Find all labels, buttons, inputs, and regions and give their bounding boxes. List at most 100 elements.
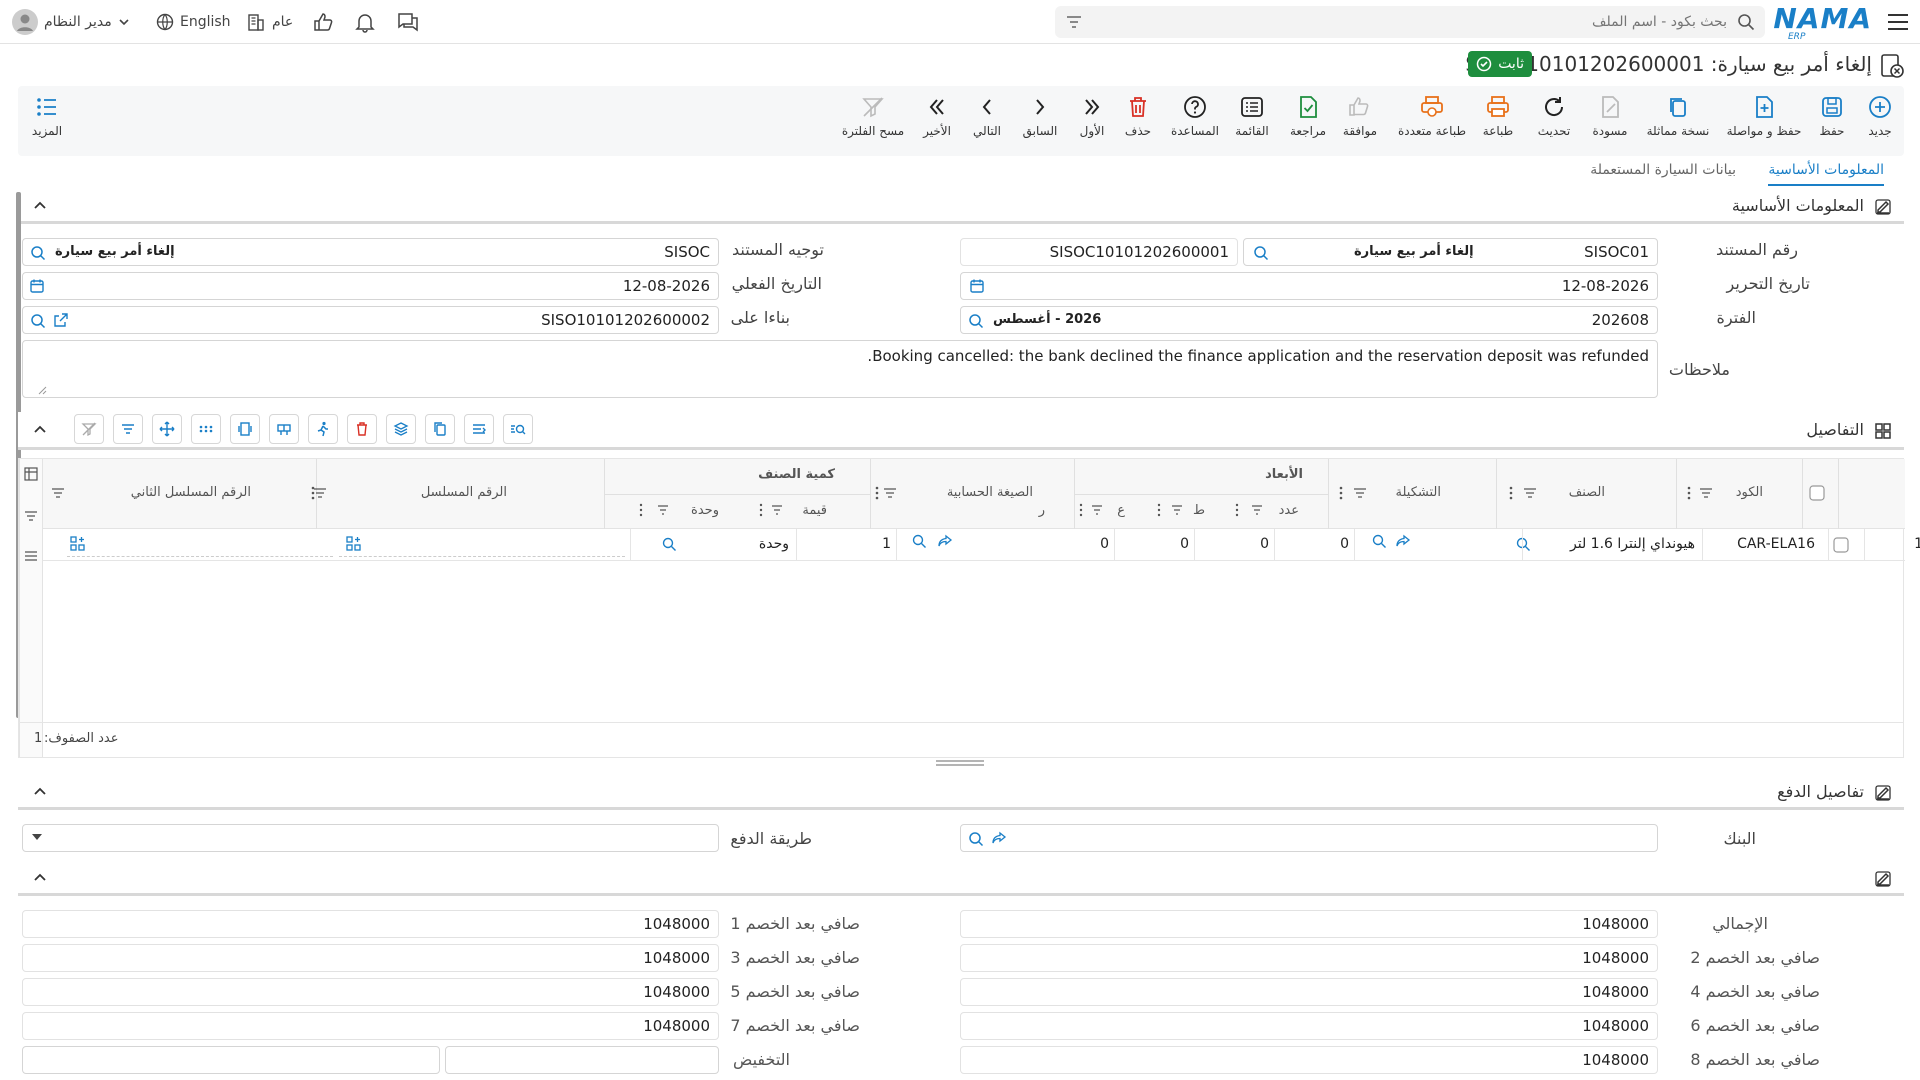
search-input[interactable] — [1107, 6, 1727, 38]
col-formula-header[interactable]: الصيغة الحسابية — [947, 485, 1033, 500]
grid-run-button[interactable] — [308, 414, 338, 444]
chevron-up-icon[interactable] — [32, 870, 48, 886]
like-button[interactable] — [312, 0, 334, 44]
draft-button[interactable]: مسودة — [1580, 94, 1640, 138]
user-menu[interactable]: مدير النظام — [12, 0, 130, 44]
language-switch[interactable]: English — [156, 0, 231, 44]
last-button[interactable]: الأخير — [912, 94, 962, 138]
next-button[interactable]: التالي — [962, 94, 1012, 138]
notes-textarea[interactable]: Booking cancelled: the bank declined the… — [22, 340, 1658, 398]
hamburger-menu-icon[interactable] — [1884, 8, 1912, 36]
row-code[interactable]: CAR-ELA16 — [1737, 536, 1815, 552]
table-row[interactable]: 1 CAR-ELA16 هيونداي إلنترا 1.6 لتر 0 0 0… — [43, 529, 1920, 561]
filter-lines-icon[interactable] — [313, 487, 327, 499]
kebab-menu-icon[interactable] — [1339, 485, 1343, 501]
row-count[interactable]: 0 — [1340, 536, 1349, 552]
kebab-menu-icon[interactable] — [1687, 485, 1691, 501]
search-refresh-icon[interactable] — [661, 536, 677, 552]
serial-cell[interactable] — [339, 529, 625, 557]
search-refresh-icon[interactable] — [29, 312, 47, 330]
approve-button[interactable]: موافقة — [1330, 94, 1390, 138]
filter-lines-icon[interactable] — [1523, 487, 1537, 499]
kebab-menu-icon[interactable] — [1157, 503, 1161, 517]
menu-lines-icon[interactable] — [24, 549, 38, 563]
nama-logo[interactable]: NAMA ERP — [1773, 4, 1872, 43]
chevron-up-icon[interactable] — [32, 784, 48, 800]
grid-delete-button[interactable] — [347, 414, 377, 444]
filter-lines-icon[interactable] — [883, 487, 897, 499]
actual-date-field[interactable]: 12-08-2026 — [22, 272, 719, 300]
save-continue-button[interactable]: حفظ و مواصلة — [1722, 94, 1806, 138]
search-refresh-icon[interactable] — [911, 533, 927, 549]
row-checkbox[interactable] — [1833, 537, 1849, 553]
row-r[interactable]: 0 — [1100, 536, 1109, 552]
review-button[interactable]: مراجعة — [1278, 94, 1338, 138]
external-link-icon[interactable] — [53, 312, 69, 328]
grid-clear-filter-button[interactable] — [74, 414, 104, 444]
delete-button[interactable]: حذف — [1114, 94, 1162, 138]
multi-print-button[interactable]: طباعة متعددة — [1392, 94, 1472, 138]
row-value[interactable]: 1 — [882, 536, 891, 552]
col-t-header[interactable]: ط — [1193, 503, 1205, 518]
splitter-handle[interactable] — [935, 760, 985, 766]
doc-no-prefix-field[interactable]: SISOC01 إلغاء أمر بيع سيارة — [1243, 238, 1658, 266]
filter-lines-icon[interactable] — [1091, 505, 1103, 515]
filter-lines-icon[interactable] — [1251, 505, 1263, 515]
filter-lines-icon[interactable] — [51, 487, 65, 499]
kebab-menu-icon[interactable] — [1079, 503, 1083, 517]
calendar-icon[interactable] — [969, 278, 985, 294]
notifications-button[interactable] — [354, 0, 376, 44]
kebab-menu-icon[interactable] — [311, 485, 315, 501]
col-r-header[interactable]: ر — [1039, 503, 1045, 518]
period-field[interactable]: 202608 2026 - أغسطس — [960, 306, 1658, 334]
search-refresh-icon[interactable] — [967, 830, 985, 848]
search-refresh-icon[interactable] — [1515, 536, 1531, 552]
filter-icon[interactable] — [1065, 13, 1083, 31]
share-icon[interactable] — [937, 533, 953, 549]
tab-basic-info[interactable]: المعلومات الأساسية — [1768, 162, 1884, 186]
list-button[interactable]: القائمة — [1222, 94, 1282, 138]
first-button[interactable]: الأول — [1068, 94, 1116, 138]
totals-section-header[interactable] — [18, 862, 1904, 896]
filter-lines-icon[interactable] — [1353, 487, 1367, 499]
chevron-up-icon[interactable] — [32, 422, 48, 438]
grid-search-button[interactable] — [503, 414, 533, 444]
filter-lines-icon[interactable] — [771, 505, 783, 515]
row-a[interactable]: 0 — [1180, 536, 1189, 552]
col-serial2-header[interactable]: الرقم المسلسل الثاني — [131, 485, 251, 500]
grid-filter-button[interactable] — [113, 414, 143, 444]
select-all-checkbox[interactable] — [1809, 485, 1825, 501]
direction-field[interactable]: SISOC إلغاء أمر بيع سيارة — [22, 238, 719, 266]
search-refresh-icon[interactable] — [1252, 244, 1270, 262]
col-count-header[interactable]: عدد — [1279, 503, 1299, 518]
edit-date-field[interactable]: 12-08-2026 — [960, 272, 1658, 300]
filter-lines-icon[interactable] — [1171, 505, 1183, 515]
filter-lines-icon[interactable] — [657, 505, 669, 515]
filter-lines-icon[interactable] — [1699, 487, 1713, 499]
serial2-cell[interactable] — [67, 529, 333, 557]
kebab-menu-icon[interactable] — [1235, 503, 1239, 517]
grid-columns-button[interactable] — [230, 414, 260, 444]
search-refresh-icon[interactable] — [967, 312, 985, 330]
col-item-header[interactable]: الصنف — [1569, 485, 1605, 500]
row-t[interactable]: 0 — [1260, 536, 1269, 552]
add-grid-icon[interactable] — [345, 535, 363, 553]
grid-copy-button[interactable] — [425, 414, 455, 444]
col-config-header[interactable]: التشكيلة — [1396, 485, 1441, 500]
discount-percent-field[interactable] — [445, 1046, 719, 1074]
more-button[interactable]: المزيد — [20, 94, 74, 138]
save-button[interactable]: حفظ — [1802, 94, 1862, 138]
search-refresh-icon[interactable] — [1371, 533, 1387, 549]
kebab-menu-icon[interactable] — [875, 485, 879, 501]
search-refresh-icon[interactable] — [29, 244, 47, 262]
copy-similar-button[interactable]: نسخة مماثلة — [1640, 94, 1716, 138]
grid-table-button[interactable] — [269, 414, 299, 444]
messages-button[interactable] — [396, 0, 420, 44]
refresh-button[interactable]: تحديث — [1524, 94, 1584, 138]
clear-filter-button[interactable]: مسح الفلترة — [836, 94, 910, 138]
grid-dots-button[interactable] — [191, 414, 221, 444]
add-grid-icon[interactable] — [69, 535, 87, 553]
payment-method-select[interactable] — [22, 824, 719, 852]
payment-section-header[interactable]: تفاصيل الدفع — [18, 776, 1904, 810]
grid-move-button[interactable] — [152, 414, 182, 444]
